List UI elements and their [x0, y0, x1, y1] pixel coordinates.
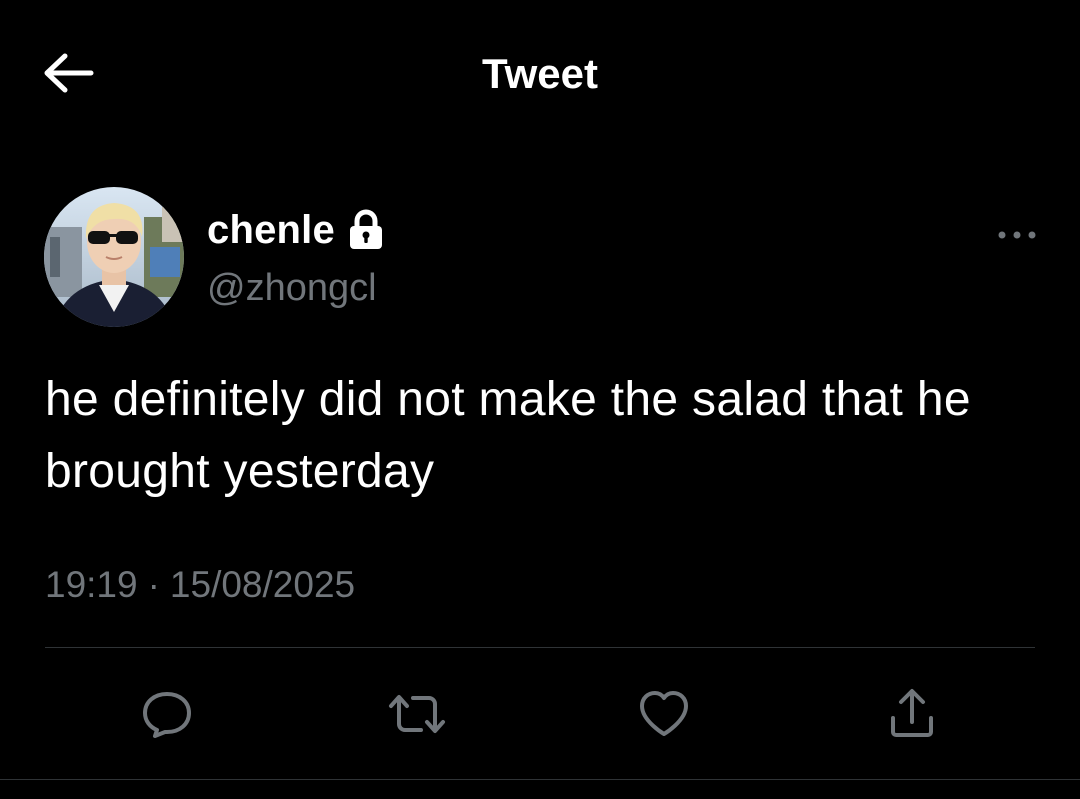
author-name-row: chenle	[207, 204, 385, 256]
more-horizontal-icon	[998, 231, 1036, 239]
tweet-timestamp: 19:19 · 15/08/2025	[45, 560, 355, 610]
reply-button[interactable]	[135, 682, 199, 746]
tweet-date: 15/08/2025	[169, 564, 356, 605]
divider	[0, 779, 1080, 780]
tweet-time: 19:19	[45, 564, 138, 605]
avatar-photo	[44, 187, 184, 327]
display-name[interactable]: chenle	[207, 208, 335, 253]
share-icon	[891, 689, 933, 737]
retweet-button[interactable]	[385, 682, 449, 746]
share-button[interactable]	[880, 682, 944, 746]
comment-icon	[143, 692, 191, 738]
meta-separator: ·	[147, 564, 160, 605]
like-button[interactable]	[632, 682, 696, 746]
tweet-text: he definitely did not make the salad tha…	[45, 373, 971, 498]
retweet-icon	[389, 695, 445, 733]
more-options-button[interactable]	[992, 215, 1042, 255]
avatar[interactable]	[44, 187, 184, 327]
lock-icon	[347, 209, 385, 251]
top-bar: Tweet	[0, 0, 1080, 148]
arrow-left-icon	[44, 53, 94, 93]
page-title: Tweet	[482, 50, 598, 97]
divider	[45, 647, 1035, 648]
back-button[interactable]	[40, 48, 98, 98]
author-handle[interactable]: @zhongcl	[207, 264, 377, 312]
heart-icon	[640, 691, 688, 736]
